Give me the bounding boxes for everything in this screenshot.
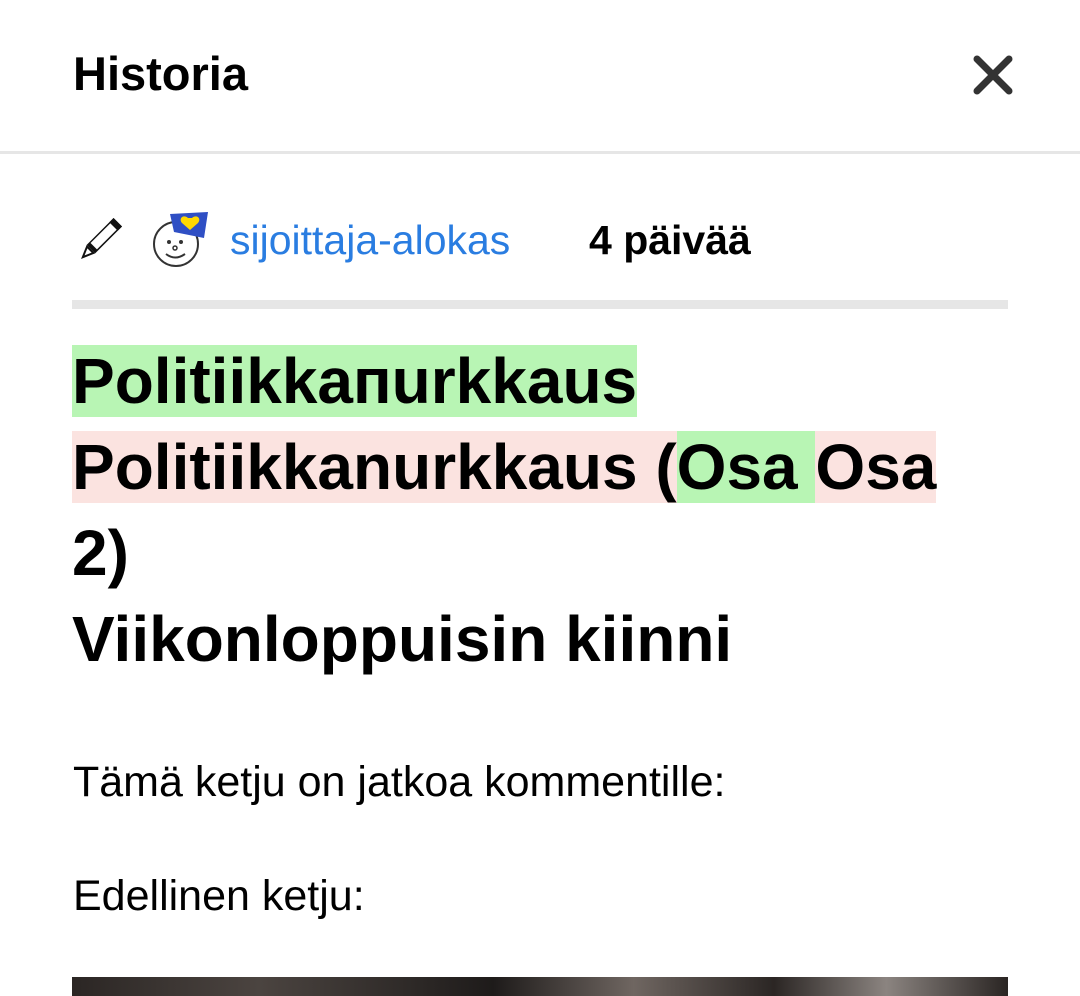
paragraph-previous-thread: Edellinen ketju: (73, 872, 365, 920)
deleted-title: Politiikkanurkkaus (72, 431, 638, 503)
inserted-osa: Osa (676, 431, 816, 503)
revision-meta: sijoittaja-alokas 4 päivää (72, 206, 1012, 276)
close-icon (973, 55, 1013, 95)
close-button[interactable] (962, 44, 1024, 106)
avatar[interactable] (148, 206, 214, 272)
history-header: Historia (0, 0, 1080, 154)
paragraph-continuation: Tämä ketju on jatkoa kommentille: (73, 758, 726, 806)
deleted-osa: Osa (815, 431, 937, 503)
inserted-title: Politiikkaпurkkaus (72, 345, 638, 417)
pencil-icon (81, 217, 123, 259)
divider (72, 300, 1008, 309)
page-title: Historia (73, 47, 248, 100)
subtitle: Viikonloppuisin kiinni (72, 603, 733, 675)
title-diff: Politiikkaпurkkaus Politiikkanurkkaus (O… (72, 338, 1012, 682)
part-number: 2) (72, 517, 129, 589)
open-paren: ( (637, 431, 677, 503)
embedded-image (72, 977, 1008, 996)
username-link[interactable]: sijoittaja-alokas (230, 216, 510, 264)
timestamp: 4 päivää (589, 217, 751, 263)
